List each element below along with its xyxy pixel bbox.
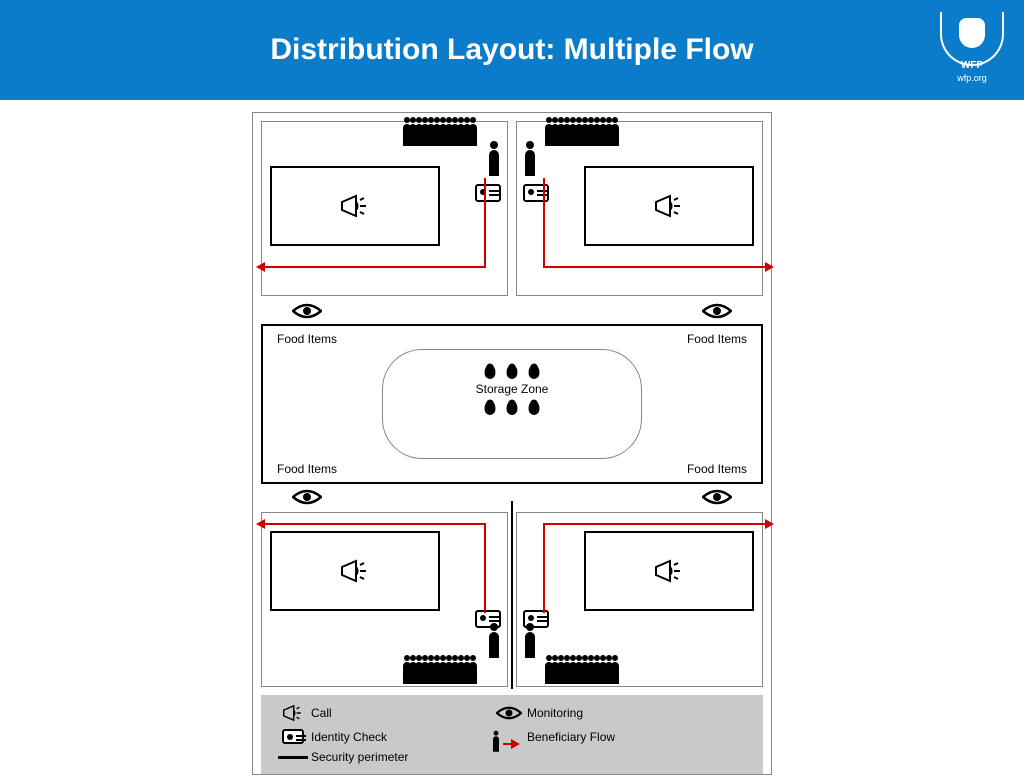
call-area [270,531,440,611]
megaphone-icon [280,703,306,723]
bottom-left-zone [261,512,508,687]
security-line-icon [278,756,308,759]
eye-icon [496,706,522,720]
bag-icon [503,362,521,380]
legend-flow: Beneficiary Flow [527,730,707,744]
legend-call: Call [311,706,491,720]
logo-site: wfp.org [940,73,1004,83]
queue-crowd [547,662,619,684]
leader-person [489,632,499,658]
legend-identity: Identity Check [311,730,491,744]
legend-monitoring: Monitoring [527,706,707,720]
page-title: Distribution Layout: Multiple Flow [270,33,753,67]
bag-icon [525,362,543,380]
food-items-label: Food Items [687,332,747,346]
megaphone-icon [338,557,372,585]
wfp-logo: WFP wfp.org [940,12,1004,83]
queue-crowd [405,124,477,146]
id-check [523,184,549,202]
megaphone-icon [652,192,686,220]
legend-security: Security perimeter [311,750,491,764]
eye-icon [702,489,732,505]
center-divider [511,501,513,689]
megaphone-icon [338,192,372,220]
storage-zone: Storage Zone [382,349,642,459]
distribution-diagram: Food Items Food Items Food Items Food It… [252,112,772,775]
top-left-zone [261,121,508,296]
eye-icon [292,489,322,505]
eye-icon [702,303,732,319]
queue-crowd [405,662,477,684]
id-check [475,184,501,202]
storage-label: Storage Zone [383,382,641,396]
legend: Call Monitoring Identity Check Beneficia… [261,695,763,774]
leader-person [489,150,499,176]
leader-person [525,632,535,658]
bag-icon [525,398,543,416]
queue-crowd [547,124,619,146]
food-items-label: Food Items [687,462,747,476]
food-items-label: Food Items [277,462,337,476]
megaphone-icon [652,557,686,585]
header-bar: Distribution Layout: Multiple Flow WFP w… [0,0,1024,100]
eye-icon [292,303,322,319]
call-area [584,166,754,246]
bag-icon [481,362,499,380]
bottom-right-zone [516,512,763,687]
storage-box: Food Items Food Items Food Items Food It… [261,324,763,484]
leader-person [525,150,535,176]
food-items-label: Food Items [277,332,337,346]
call-area [584,531,754,611]
bag-icon [503,398,521,416]
top-right-zone [516,121,763,296]
bag-icon [481,398,499,416]
call-area [270,166,440,246]
